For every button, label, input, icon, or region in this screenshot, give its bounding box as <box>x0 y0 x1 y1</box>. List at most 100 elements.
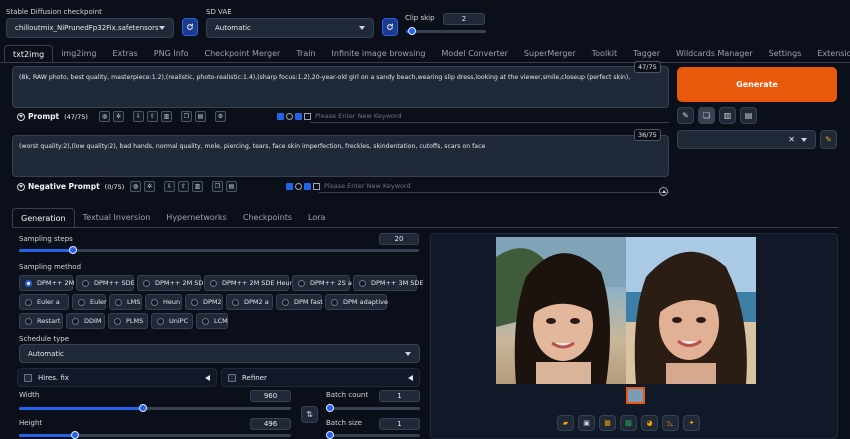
checkpoint-select[interactable]: chilloutmix_NiPrunedFp32Fix.safetensors <box>6 18 174 38</box>
tab-train[interactable]: Train <box>288 45 323 62</box>
ruler-icon[interactable]: ◺ <box>662 415 679 431</box>
tab-checkpoints[interactable]: Checkpoints <box>235 208 300 227</box>
notes-icon[interactable]: ▤ <box>740 107 757 124</box>
sampler-option-lms[interactable]: LMS <box>109 294 142 310</box>
export-icon[interactable]: ⇧ <box>178 181 189 192</box>
trash-icon[interactable]: ▥ <box>192 181 203 192</box>
save-icon[interactable]: ▣ <box>578 415 595 431</box>
tab-checkpoint-merger[interactable]: Checkpoint Merger <box>196 45 288 62</box>
sampler-option-plms[interactable]: PLMS <box>108 313 148 329</box>
copy-icon[interactable]: ❐ <box>212 181 223 192</box>
height-knob[interactable] <box>71 431 79 439</box>
sampling-steps-input[interactable]: 20 <box>379 233 419 245</box>
batch-count-knob[interactable] <box>326 404 334 412</box>
tab-img2img[interactable]: img2img <box>53 45 104 62</box>
sampler-option-dpm2[interactable]: DPM2 <box>185 294 223 310</box>
sampler-option-dpmpp-2m-sde[interactable]: DPM++ 2M SDE <box>137 275 208 291</box>
tab-txt2img[interactable]: txt2img <box>4 45 54 62</box>
batch-count-input[interactable]: 1 <box>379 390 420 402</box>
prompt-keyword-input[interactable]: Please Enter New Keyword <box>315 112 402 120</box>
batch-size-knob[interactable] <box>326 431 334 439</box>
tab-supermerger[interactable]: SuperMerger <box>516 45 584 62</box>
gear-icon[interactable]: ✲ <box>113 111 124 122</box>
batch-size-input[interactable]: 1 <box>379 418 420 430</box>
height-input[interactable]: 496 <box>250 418 291 430</box>
collapse-up-icon[interactable] <box>659 187 668 196</box>
sampler-option-dpmpp-2m-sde-heun[interactable]: DPM++ 2M SDE Heun <box>204 275 294 291</box>
width-knob[interactable] <box>139 404 147 412</box>
sampler-option-dpm2-a[interactable]: DPM2 a <box>226 294 273 310</box>
tab-textual-inversion[interactable]: Textual Inversion <box>75 208 159 227</box>
sampler-option-dpm-adaptive[interactable]: DPM adaptive <box>325 294 388 310</box>
checkbox-icon[interactable] <box>286 182 293 190</box>
trash-icon[interactable]: ▥ <box>719 107 736 124</box>
clip-skip-slider[interactable] <box>406 27 486 35</box>
negative-prompt-header[interactable]: Negative Prompt (0/75) <box>17 182 124 191</box>
image-icon[interactable]: ▨ <box>620 415 637 431</box>
output-image-1[interactable] <box>496 237 626 384</box>
sampler-option-euler-a[interactable]: Euler a <box>19 294 69 310</box>
width-slider[interactable] <box>19 404 291 412</box>
export-icon[interactable]: ⇧ <box>147 111 158 122</box>
negative-prompt-textarea[interactable]: (worst quality:2),(low quality:2), bad h… <box>12 135 669 177</box>
checkbox-icon[interactable] <box>277 112 284 120</box>
edit-styles-icon[interactable]: ✎ <box>820 130 837 149</box>
clipboard-icon[interactable]: ❏ <box>698 107 715 124</box>
clip-skip-input[interactable]: 2 <box>443 13 485 25</box>
tab-tagger[interactable]: Tagger <box>625 45 668 62</box>
hires-fix-checkbox[interactable] <box>24 373 32 382</box>
checkbox-icon[interactable] <box>304 182 311 190</box>
sampling-steps-slider[interactable] <box>19 246 419 254</box>
settings-icon[interactable]: ⚙ <box>215 111 226 122</box>
sampler-option-ddim[interactable]: DDIM <box>66 313 105 329</box>
sampling-steps-knob[interactable] <box>69 246 77 254</box>
globe-icon[interactable]: ◍ <box>130 181 141 192</box>
swap-dimensions-icon[interactable]: ⇅ <box>301 406 318 423</box>
import-icon[interactable]: ⇩ <box>164 181 175 192</box>
tab-infinite-image-browsing[interactable]: Infinite image browsing <box>324 45 434 62</box>
globe-icon[interactable]: ◍ <box>99 111 110 122</box>
zip-icon[interactable]: ▦ <box>599 415 616 431</box>
import-icon[interactable]: ⇩ <box>133 111 144 122</box>
sampler-option-dpmpp-2s-a[interactable]: DPM++ 2S a <box>292 275 352 291</box>
history-icon[interactable] <box>286 112 293 120</box>
checkbox-icon[interactable] <box>313 182 320 190</box>
batch-count-slider[interactable] <box>326 404 420 412</box>
sampler-option-euler[interactable]: Euler <box>72 294 107 310</box>
negative-keyword-input[interactable]: Please Enter New Keyword <box>324 182 411 190</box>
vae-select[interactable]: Automatic <box>206 18 374 38</box>
folder-icon[interactable]: ▰ <box>557 415 574 431</box>
schedule-type-select[interactable]: Automatic <box>19 344 420 363</box>
trash-icon[interactable]: ▥ <box>161 111 172 122</box>
height-slider[interactable] <box>19 431 291 439</box>
sampler-option-dpmpp-sde[interactable]: DPM++ SDE <box>76 275 135 291</box>
palette-icon[interactable]: ◕ <box>641 415 658 431</box>
history-icon[interactable] <box>295 182 302 190</box>
prompt-header[interactable]: Prompt (47/75) <box>17 112 88 121</box>
pencil-icon[interactable]: ✎ <box>677 107 694 124</box>
sampler-option-dpm-fast[interactable]: DPM fast <box>276 294 323 310</box>
tab-generation[interactable]: Generation <box>12 208 75 227</box>
refiner-accordion[interactable]: Refiner <box>221 368 420 387</box>
paste-icon[interactable]: ▤ <box>226 181 237 192</box>
sampler-option-restart[interactable]: Restart <box>19 313 63 329</box>
refresh-checkpoint-button[interactable] <box>182 18 198 36</box>
tab-extensions[interactable]: Extensions <box>809 45 850 62</box>
tab-wildcards-manager[interactable]: Wildcards Manager <box>668 45 761 62</box>
gear-icon[interactable]: ✲ <box>144 181 155 192</box>
hires-fix-accordion[interactable]: Hires. fix <box>17 368 217 387</box>
refiner-checkbox[interactable] <box>228 373 236 382</box>
sampler-option-unipc[interactable]: UniPC <box>151 313 193 329</box>
sparkle-icon[interactable]: ✦ <box>683 415 700 431</box>
clip-skip-knob[interactable] <box>408 27 416 35</box>
clear-icon[interactable]: ✕ <box>788 135 795 144</box>
tab-hypernetworks[interactable]: Hypernetworks <box>158 208 235 227</box>
prompt-textarea[interactable]: (8k, RAW photo, best quality, masterpiec… <box>12 66 669 108</box>
tab-toolkit[interactable]: Toolkit <box>584 45 626 62</box>
sampler-option-heun[interactable]: Heun <box>145 294 182 310</box>
refresh-vae-button[interactable] <box>382 18 398 36</box>
gallery-thumbnail[interactable] <box>626 387 645 404</box>
tab-lora[interactable]: Lora <box>300 208 333 227</box>
checkbox-icon[interactable] <box>304 112 311 120</box>
tab-extras[interactable]: Extras <box>104 45 145 62</box>
